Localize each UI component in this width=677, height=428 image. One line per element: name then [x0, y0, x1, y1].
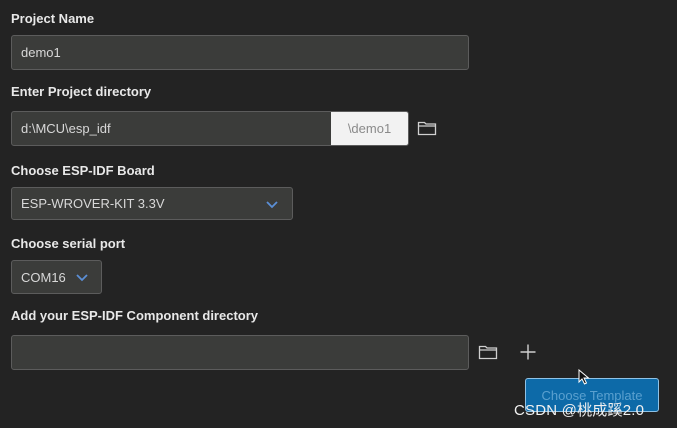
mouse-cursor-icon	[578, 369, 590, 385]
chevron-down-icon	[76, 274, 88, 282]
project-name-label: Project Name	[11, 11, 95, 26]
component-directory-label: Add your ESP-IDF Component directory	[11, 308, 259, 323]
chevron-down-icon	[266, 200, 278, 208]
plus-icon[interactable]	[517, 341, 539, 363]
serial-port-select[interactable]: COM16	[11, 260, 102, 294]
serial-port-selected-value: COM16	[21, 269, 66, 285]
project-directory-label: Enter Project directory	[11, 84, 152, 99]
board-label: Choose ESP-IDF Board	[11, 163, 155, 178]
component-directory-input[interactable]	[11, 335, 469, 370]
folder-icon[interactable]	[416, 117, 438, 139]
board-select[interactable]: ESP-WROVER-KIT 3.3V	[11, 187, 293, 220]
board-selected-value: ESP-WROVER-KIT 3.3V	[21, 196, 165, 211]
watermark-text: CSDN @桃成蹊2.0	[514, 402, 645, 419]
project-directory-suffix: \demo1	[331, 112, 408, 145]
serial-port-label: Choose serial port	[11, 236, 126, 251]
project-name-input[interactable]: demo1	[11, 35, 469, 70]
folder-icon[interactable]	[477, 341, 499, 363]
